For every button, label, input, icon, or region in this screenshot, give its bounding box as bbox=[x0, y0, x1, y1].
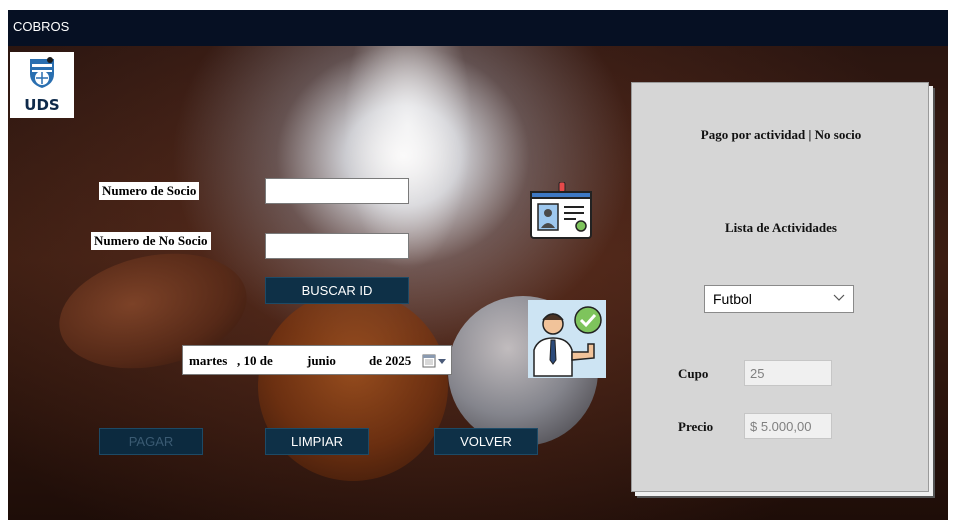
buscar-id-button[interactable]: BUSCAR ID bbox=[265, 277, 409, 304]
limpiar-button[interactable]: LIMPIAR bbox=[265, 428, 369, 455]
no-socio-label: Numero de No Socio bbox=[91, 232, 211, 250]
activity-selected-value: Futbol bbox=[713, 291, 752, 307]
soccer-shield-logo bbox=[30, 57, 54, 88]
date-weekday: martes bbox=[189, 353, 228, 368]
date-year: de 2025 bbox=[369, 353, 412, 368]
id-card-icon bbox=[528, 181, 594, 245]
activity-select[interactable]: Futbol bbox=[704, 285, 854, 313]
uds-logo: UDS bbox=[10, 52, 74, 118]
cupo-label: Cupo bbox=[678, 366, 709, 381]
no-socio-number-input[interactable] bbox=[265, 233, 409, 259]
activities-list-title: Lista de Actividades bbox=[725, 220, 837, 235]
logo-text: UDS bbox=[24, 96, 60, 114]
precio-label: Precio bbox=[678, 419, 714, 434]
precio-field: $ 5.000,00 bbox=[744, 413, 832, 439]
approved-person-icon bbox=[528, 300, 606, 378]
date-month: junio bbox=[307, 353, 336, 368]
panel-title: Pago por actividad | No socio bbox=[700, 127, 862, 142]
cupo-field: 25 bbox=[744, 360, 832, 386]
volver-button[interactable]: VOLVER bbox=[434, 428, 538, 455]
cobros-window: COBROS UDS Numero de Socio Numero de No … bbox=[8, 10, 948, 520]
pagar-button[interactable]: PAGAR bbox=[99, 428, 203, 455]
date-picker[interactable]: martes , 10 de junio de 2025 bbox=[182, 345, 452, 375]
chevron-down-icon bbox=[833, 294, 845, 301]
calendar-icon[interactable] bbox=[422, 354, 448, 368]
socio-number-input[interactable] bbox=[265, 178, 409, 204]
activity-payment-panel: Pago por actividad | No socio Lista de A… bbox=[631, 82, 929, 492]
date-day: , 10 de bbox=[237, 353, 273, 368]
title-bar: COBROS bbox=[8, 10, 948, 46]
window-title: COBROS bbox=[13, 19, 70, 34]
socio-label: Numero de Socio bbox=[99, 182, 200, 200]
